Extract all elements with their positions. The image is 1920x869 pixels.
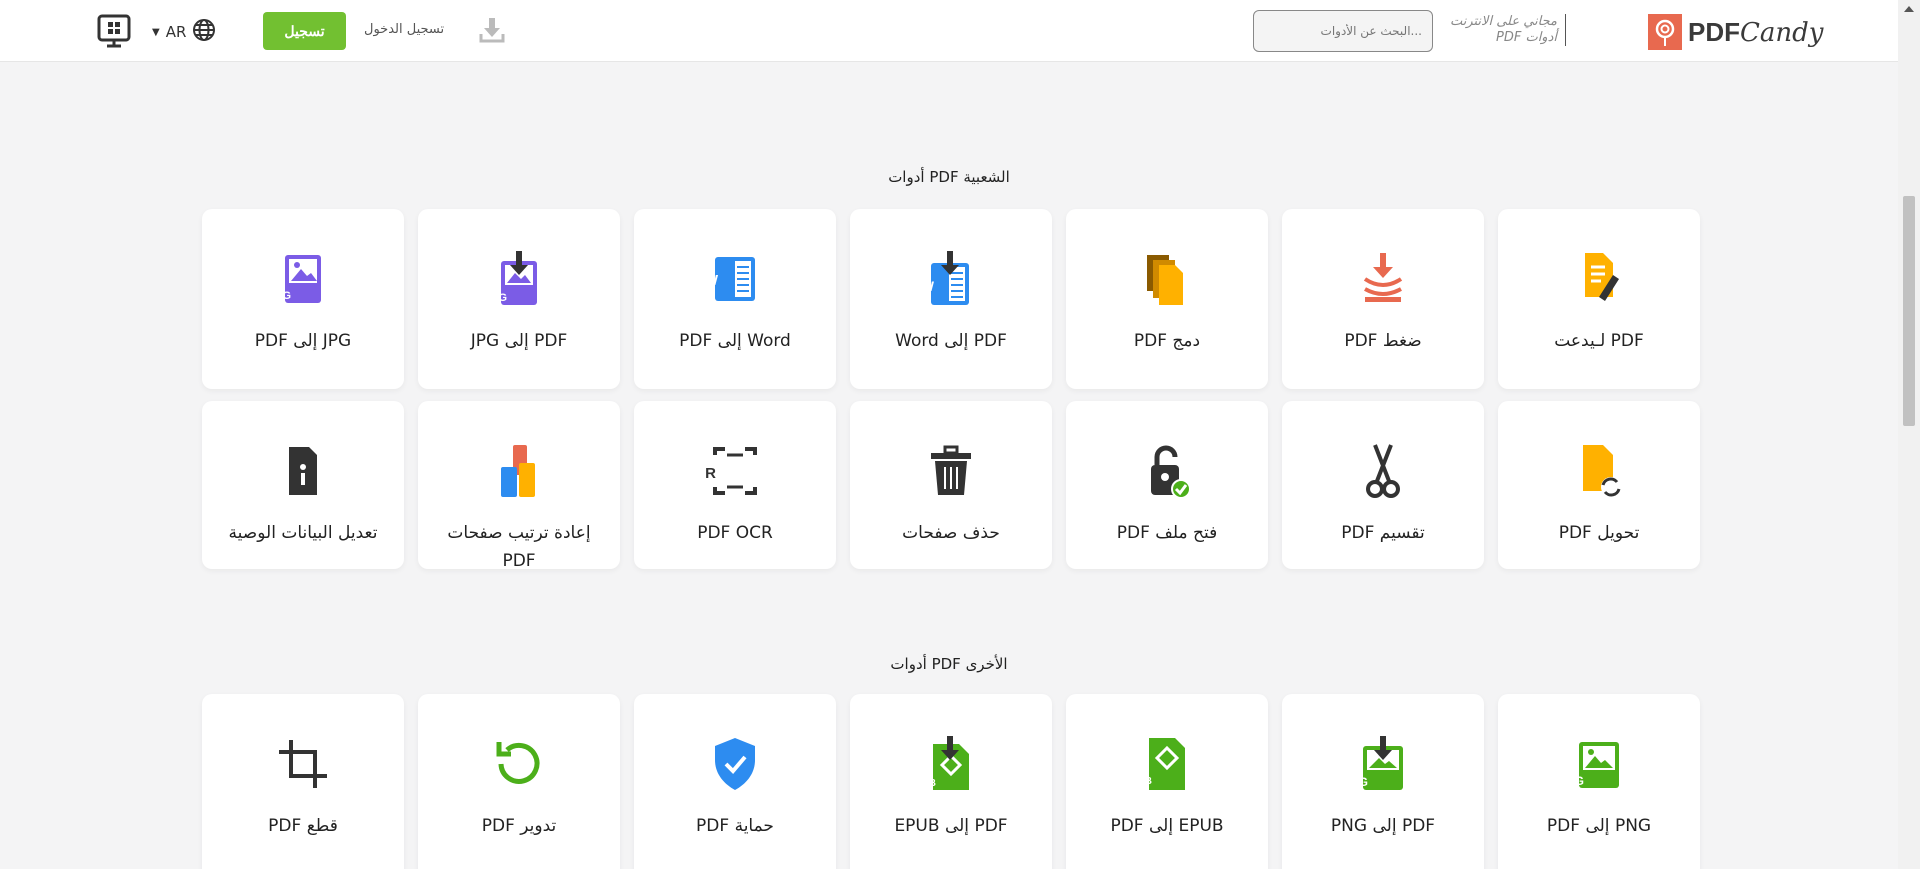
tool-card[interactable]: تدوير PDF xyxy=(418,694,620,869)
tool-card[interactable]: OCR PDF OCR xyxy=(634,401,836,569)
windows-desktop-icon xyxy=(97,14,131,52)
merge-icon xyxy=(1137,249,1197,309)
ocr-icon: OCR xyxy=(705,441,765,501)
pdf-to-jpg-icon: JPG xyxy=(489,249,549,309)
tagline-line-2: أدوات PDF xyxy=(1496,30,1557,45)
unlock-icon xyxy=(1137,441,1197,501)
edit-pdf-icon xyxy=(1569,249,1629,309)
section-title-other: أدوات PDF الأخرى xyxy=(890,655,1008,673)
tool-label: حماية PDF xyxy=(696,816,774,836)
tool-card[interactable]: فتح ملف PDF xyxy=(1066,401,1268,569)
scrollbar-thumb[interactable] xyxy=(1903,196,1915,426)
brand-name: PDF xyxy=(1688,16,1740,47)
svg-text:EPUB: EPUB xyxy=(1137,776,1152,787)
tool-card[interactable]: JPG JPG إلى PDF xyxy=(202,209,404,389)
tool-card[interactable]: PNG PNG إلى PDF xyxy=(1498,694,1700,869)
info-file-icon xyxy=(273,441,333,501)
convert-icon xyxy=(1569,441,1629,501)
compress-icon xyxy=(1353,249,1413,309)
scroll-up-arrow-icon[interactable] xyxy=(1904,6,1914,12)
tool-card[interactable]: إعادة ترتيب صفحات PDF xyxy=(418,401,620,571)
tool-card[interactable]: JPG PDF إلى JPG xyxy=(418,209,620,389)
download-icon xyxy=(478,16,506,48)
tool-card[interactable]: تقسيم PDF xyxy=(1282,401,1484,569)
tool-label: تدوير PDF xyxy=(481,816,557,836)
pdf-to-word-icon: W xyxy=(921,249,981,309)
tool-card[interactable]: W PDF إلى Word xyxy=(850,209,1052,389)
section-title-popular: أدوات PDF الشعبية xyxy=(888,168,1010,186)
tool-label: JPG إلى PDF xyxy=(254,331,352,351)
pdfcandy-logo[interactable]: PDFCandy xyxy=(1648,12,1823,52)
png-icon: PNG xyxy=(1569,734,1629,794)
tool-label: PDF لـيدعت xyxy=(1554,331,1644,351)
scissors-icon xyxy=(1353,441,1413,501)
tagline-line-1: مجاني على الانترنت xyxy=(1449,14,1557,29)
svg-text:PNG: PNG xyxy=(1569,774,1584,788)
tool-card[interactable]: حذف صفحات xyxy=(850,401,1052,569)
download-app-button[interactable] xyxy=(478,16,506,48)
tool-card[interactable]: EPUB EPUB إلى PDF xyxy=(1066,694,1268,869)
tool-label: قطع PDF xyxy=(268,816,338,836)
brand-name-italic: Candy xyxy=(1740,17,1824,48)
tool-label: EPUB إلى PDF xyxy=(1110,816,1224,836)
tool-card[interactable]: حماية PDF xyxy=(634,694,836,869)
svg-text:W: W xyxy=(705,272,719,289)
tool-label: تقسيم PDF xyxy=(1341,523,1425,543)
svg-text:W: W xyxy=(921,278,935,294)
shield-icon xyxy=(705,734,765,794)
popular-tools-grid: PDF لـيدعت ضغط PDF دمج PDF W PDF إلى Word W Wo… xyxy=(200,209,1700,571)
tool-card[interactable]: PDF لـيدعت xyxy=(1498,209,1700,389)
tool-card[interactable]: W Word إلى PDF xyxy=(634,209,836,389)
tool-card[interactable]: تعديل البيانات الوصية xyxy=(202,401,404,569)
rearrange-icon xyxy=(489,441,549,501)
pdf-to-png-icon: PNG xyxy=(1353,734,1413,794)
tool-label: Word إلى PDF xyxy=(679,331,791,351)
tool-label: فتح ملف PDF xyxy=(1116,523,1218,543)
tool-card[interactable]: تحويل PDF xyxy=(1498,401,1700,569)
other-tools-grid: PNG PNG إلى PDF PNG PDF إلى PNG EPUB EPUB إلى… xyxy=(200,694,1700,869)
signup-button[interactable]: تسجيل xyxy=(263,12,346,50)
tool-card[interactable]: قطع PDF xyxy=(202,694,404,869)
svg-text:JPG: JPG xyxy=(489,292,507,304)
tool-card[interactable]: دمج PDF xyxy=(1066,209,1268,389)
epub-icon: EPUB xyxy=(1137,734,1197,794)
tool-card[interactable]: ضغط PDF xyxy=(1282,209,1484,389)
svg-text:PNG: PNG xyxy=(1353,775,1368,789)
tool-label: PDF إلى Word xyxy=(895,331,1007,351)
tool-label: دمج PDF xyxy=(1133,331,1201,351)
login-link[interactable]: تسجيل الدخول xyxy=(364,22,444,37)
tool-label: PDF إلى EPUB xyxy=(894,816,1008,836)
tool-card[interactable]: EPUB PDF إلى EPUB xyxy=(850,694,1052,869)
tool-label: PNG إلى PDF xyxy=(1546,816,1652,836)
candy-logo-icon xyxy=(1648,14,1682,50)
tool-label: تحويل PDF xyxy=(1558,523,1640,543)
tool-label: ضغط PDF xyxy=(1344,331,1422,351)
tool-label: حذف صفحات xyxy=(902,523,1000,543)
svg-text:EPUB: EPUB xyxy=(921,778,936,789)
tool-label: إعادة ترتيب صفحات PDF xyxy=(447,523,591,571)
tool-label: PDF OCR xyxy=(697,523,773,543)
tagline: مجاني على الانترنت أدوات PDF xyxy=(1450,14,1566,46)
globe-icon xyxy=(192,18,216,46)
language-code: AR xyxy=(165,23,187,41)
tool-label: PDF إلى JPG xyxy=(470,331,568,351)
jpg-icon: JPG xyxy=(273,249,333,309)
svg-text:OCR: OCR xyxy=(705,465,716,482)
svg-text:JPG: JPG xyxy=(273,290,291,302)
windows-app-button[interactable] xyxy=(97,14,131,52)
trash-icon xyxy=(921,441,981,501)
caret-down-icon: ▼ xyxy=(152,26,160,38)
tool-label: تعديل البيانات الوصية xyxy=(228,523,378,543)
search-input[interactable] xyxy=(1253,10,1433,52)
pdf-to-epub-icon: EPUB xyxy=(921,734,981,794)
tool-card[interactable]: PNG PDF إلى PNG xyxy=(1282,694,1484,869)
language-selector[interactable]: ▼ AR xyxy=(152,18,216,46)
crop-icon xyxy=(273,734,333,794)
word-icon: W xyxy=(705,249,765,309)
rotate-icon xyxy=(489,734,549,794)
top-header: PDFCandy مجاني على الانترنت أدوات PDF تس… xyxy=(0,0,1898,62)
vertical-scrollbar[interactable] xyxy=(1898,0,1920,869)
tool-label: PDF إلى PNG xyxy=(1330,816,1436,836)
